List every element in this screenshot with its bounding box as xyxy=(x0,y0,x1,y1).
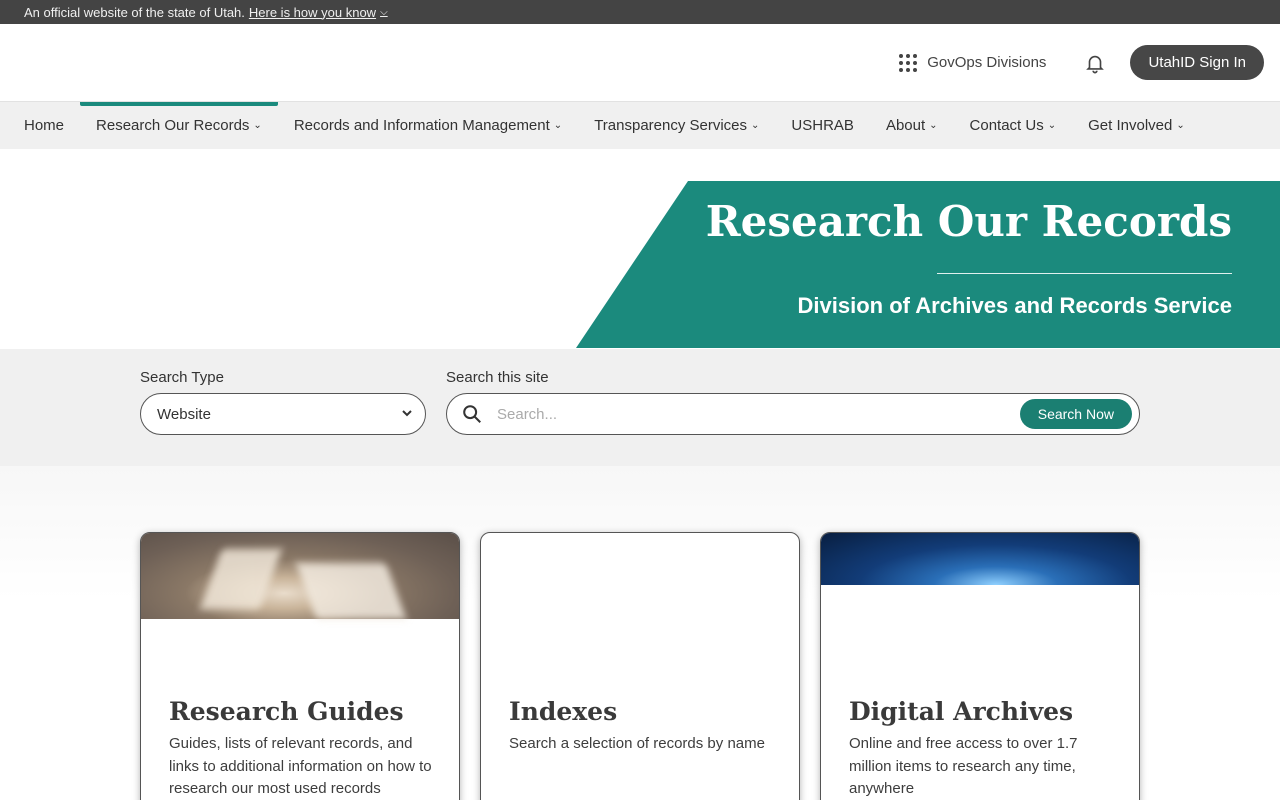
utahid-sign-in-button[interactable]: UtahID Sign In xyxy=(1130,45,1264,80)
govops-divisions-label: GovOps Divisions xyxy=(927,54,1047,71)
card-image-digital xyxy=(821,533,1139,585)
search-section: Search Type Search this site Website Sea… xyxy=(0,349,1280,467)
card-image-book xyxy=(141,533,459,619)
search-now-button[interactable]: Search Now xyxy=(1019,399,1132,429)
chevron-down-icon: ⌄ xyxy=(253,120,262,131)
card-research-guides[interactable]: Research Guides Guides, lists of relevan… xyxy=(140,532,460,800)
chevron-down-icon: ⌄ xyxy=(751,120,760,131)
search-type-value: Website xyxy=(157,405,211,423)
card-title: Digital Archives xyxy=(849,697,1074,726)
nav-item-label: USHRAB xyxy=(791,117,854,134)
nav-item-label: About xyxy=(885,117,926,134)
search-site-label: Search this site xyxy=(446,369,549,386)
search-type-label: Search Type xyxy=(140,369,224,386)
chevron-down-icon: ⌄ xyxy=(553,120,563,131)
chevron-down-icon: ⌄ xyxy=(1176,120,1185,131)
card-description: Guides, lists of relevant records, and l… xyxy=(169,735,432,797)
nav-item-records-information-management[interactable]: Records and Information Management ⌄ xyxy=(278,102,578,149)
nav-item-label: Contact Us xyxy=(969,117,1044,134)
page-title: Research Our Records xyxy=(705,197,1232,246)
official-text: An official website of the state of Utah… xyxy=(24,4,245,20)
nav-item-get-involved[interactable]: Get Involved ⌄ xyxy=(1072,102,1201,149)
nav-item-contact-us[interactable]: Contact Us ⌄ xyxy=(954,102,1073,149)
search-type-select[interactable]: Website xyxy=(140,393,426,435)
page-subtitle: Division of Archives and Records Service xyxy=(797,293,1232,318)
card-description: Online and free access to over 1.7 milli… xyxy=(849,735,1078,797)
site-header: GovOps Divisions UtahID Sign In xyxy=(0,24,1280,102)
apps-grid-icon xyxy=(899,53,919,73)
nav-item-label: Research Our Records xyxy=(96,117,250,134)
nav-item-label: Transparency Services xyxy=(594,117,748,134)
site-search-bar: Search Now xyxy=(446,393,1140,435)
card-description: Search a selection of records by name xyxy=(509,735,765,752)
how-you-know-link[interactable]: Here is how you know ⌵ xyxy=(249,5,388,20)
nav-item-transparency-services[interactable]: Transparency Services ⌄ xyxy=(578,102,775,149)
chevron-down-icon: ⌵ xyxy=(380,6,388,18)
banner-divider xyxy=(937,273,1232,274)
card-title: Indexes xyxy=(509,697,618,726)
how-you-know-label: Here is how you know xyxy=(248,4,377,20)
nav-item-label: Home xyxy=(24,117,65,134)
search-icon xyxy=(463,405,481,423)
official-banner: An official website of the state of Utah… xyxy=(0,0,1280,24)
card-digital-archives[interactable]: Digital Archives Online and free access … xyxy=(820,532,1140,800)
bell-icon[interactable] xyxy=(1084,52,1106,74)
cards-section: Research Guides Guides, lists of relevan… xyxy=(0,466,1280,800)
card-title: Research Guides xyxy=(169,697,404,726)
nav-item-home[interactable]: Home xyxy=(8,102,80,149)
page-banner: Research Our Records Division of Archive… xyxy=(0,149,1280,349)
govops-divisions-button[interactable]: GovOps Divisions xyxy=(899,53,1046,73)
nav-item-ushrab[interactable]: USHRAB xyxy=(775,102,870,149)
card-indexes[interactable]: Indexes Search a selection of records by… xyxy=(480,532,800,800)
nav-item-label: Records and Information Management xyxy=(293,117,550,134)
chevron-down-icon: ⌄ xyxy=(1047,120,1057,131)
nav-item-label: Get Involved xyxy=(1088,117,1173,134)
search-input[interactable] xyxy=(497,405,1020,423)
chevron-down-icon: ⌄ xyxy=(929,120,938,131)
main-nav: Home Research Our Records ⌄ Records and … xyxy=(0,102,1280,149)
nav-item-about[interactable]: About ⌄ xyxy=(870,102,954,149)
chevron-down-icon xyxy=(402,410,412,417)
nav-item-research-our-records[interactable]: Research Our Records ⌄ xyxy=(80,102,278,149)
